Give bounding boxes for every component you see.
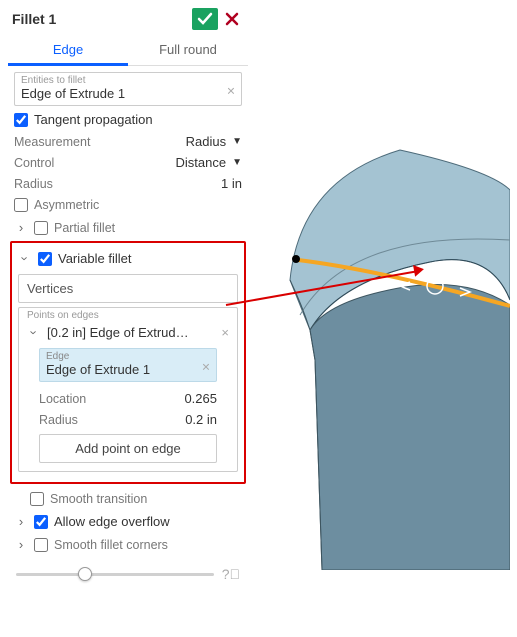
chevron-right-icon[interactable]: › — [14, 514, 28, 529]
chevron-down-icon: ▼ — [232, 157, 242, 168]
radius-value: 1 in — [221, 176, 242, 191]
chevron-down-icon: ▼ — [232, 136, 242, 147]
tangent-checkbox[interactable] — [14, 113, 28, 127]
entities-field[interactable]: Entities to fillet Edge of Extrude 1 × — [14, 72, 242, 106]
tab-full-round[interactable]: Full round — [128, 36, 248, 65]
allow-overflow-label: Allow edge overflow — [54, 514, 170, 529]
allow-overflow-row[interactable]: › Allow edge overflow — [8, 510, 248, 533]
check-icon — [197, 12, 213, 26]
radius-row[interactable]: Radius 1 in — [8, 173, 248, 194]
point-radius-label: Radius — [39, 413, 78, 427]
partial-fillet-row[interactable]: › Partial fillet — [8, 216, 248, 239]
clear-entities-icon[interactable]: × — [227, 83, 235, 99]
location-label: Location — [39, 392, 86, 406]
tabs: Edge Full round — [8, 36, 248, 66]
opacity-slider[interactable] — [16, 564, 214, 584]
chevron-down-icon[interactable]: › — [27, 326, 42, 340]
point-item-row[interactable]: › [0.2 in] Edge of Extrud… × — [23, 321, 233, 344]
close-icon — [224, 11, 240, 27]
smooth-corners-checkbox[interactable] — [34, 538, 48, 552]
viewport-3d[interactable] — [260, 100, 510, 570]
edge-label: Edge — [46, 351, 210, 362]
chevron-right-icon[interactable]: › — [14, 537, 28, 552]
fillet-panel: Fillet 1 Edge Full round Entities to fil… — [8, 6, 248, 586]
add-point-button[interactable]: Add point on edge — [39, 434, 217, 463]
chevron-down-icon[interactable]: › — [18, 252, 33, 266]
point-item-label: [0.2 in] Edge of Extrud… — [47, 325, 215, 340]
partial-checkbox[interactable] — [34, 221, 48, 235]
smooth-transition-row[interactable]: Smooth transition — [8, 488, 248, 510]
cancel-button[interactable] — [220, 11, 244, 27]
control-label: Control — [14, 156, 54, 170]
remove-point-icon[interactable]: × — [221, 325, 229, 340]
tangent-propagation-row[interactable]: Tangent propagation — [8, 108, 248, 131]
smooth-corners-label: Smooth fillet corners — [54, 538, 168, 552]
edge-value: Edge of Extrude 1 — [46, 362, 210, 377]
variable-checkbox[interactable] — [38, 252, 52, 266]
edge-field[interactable]: Edge Edge of Extrude 1 × — [39, 348, 217, 382]
location-value[interactable]: 0.265 — [184, 391, 217, 406]
asymmetric-row[interactable]: Asymmetric — [8, 194, 248, 216]
asymmetric-label: Asymmetric — [34, 198, 99, 212]
variable-label: Variable fillet — [58, 251, 131, 266]
tab-edge[interactable]: Edge — [8, 36, 128, 66]
radius-label: Radius — [14, 177, 53, 191]
control-row[interactable]: Control Distance ▼ — [8, 152, 248, 173]
vertices-label: Vertices — [27, 281, 73, 296]
help-icon[interactable]: ?⃝ — [222, 566, 240, 582]
allow-overflow-checkbox[interactable] — [34, 515, 48, 529]
points-on-edges-box: Points on edges › [0.2 in] Edge of Extru… — [18, 307, 238, 472]
page-title: Fillet 1 — [12, 11, 56, 27]
variable-fillet-row[interactable]: › Variable fillet — [16, 247, 240, 270]
control-value: Distance — [176, 155, 227, 170]
smooth-corners-row[interactable]: › Smooth fillet corners — [8, 533, 248, 556]
points-label: Points on edges — [23, 310, 233, 321]
measurement-row[interactable]: Measurement Radius ▼ — [8, 131, 248, 152]
variable-fillet-section: › Variable fillet Vertices Points on edg… — [10, 241, 246, 484]
measurement-value: Radius — [186, 134, 226, 149]
callout-arrowhead — [413, 263, 425, 277]
add-point-label: Add point on edge — [75, 441, 181, 456]
vertices-field[interactable]: Vertices — [18, 274, 238, 303]
entities-value: Edge of Extrude 1 — [21, 86, 235, 101]
smooth-transition-checkbox[interactable] — [30, 492, 44, 506]
point-radius-value[interactable]: 0.2 in — [185, 412, 217, 427]
clear-edge-icon[interactable]: × — [202, 359, 210, 375]
smooth-transition-label: Smooth transition — [50, 492, 147, 506]
tangent-label: Tangent propagation — [34, 112, 153, 127]
measurement-label: Measurement — [14, 135, 90, 149]
asymmetric-checkbox[interactable] — [14, 198, 28, 212]
chevron-right-icon[interactable]: › — [14, 220, 28, 235]
accept-button[interactable] — [192, 8, 218, 30]
partial-label: Partial fillet — [54, 221, 115, 235]
entities-label: Entities to fillet — [21, 75, 235, 86]
